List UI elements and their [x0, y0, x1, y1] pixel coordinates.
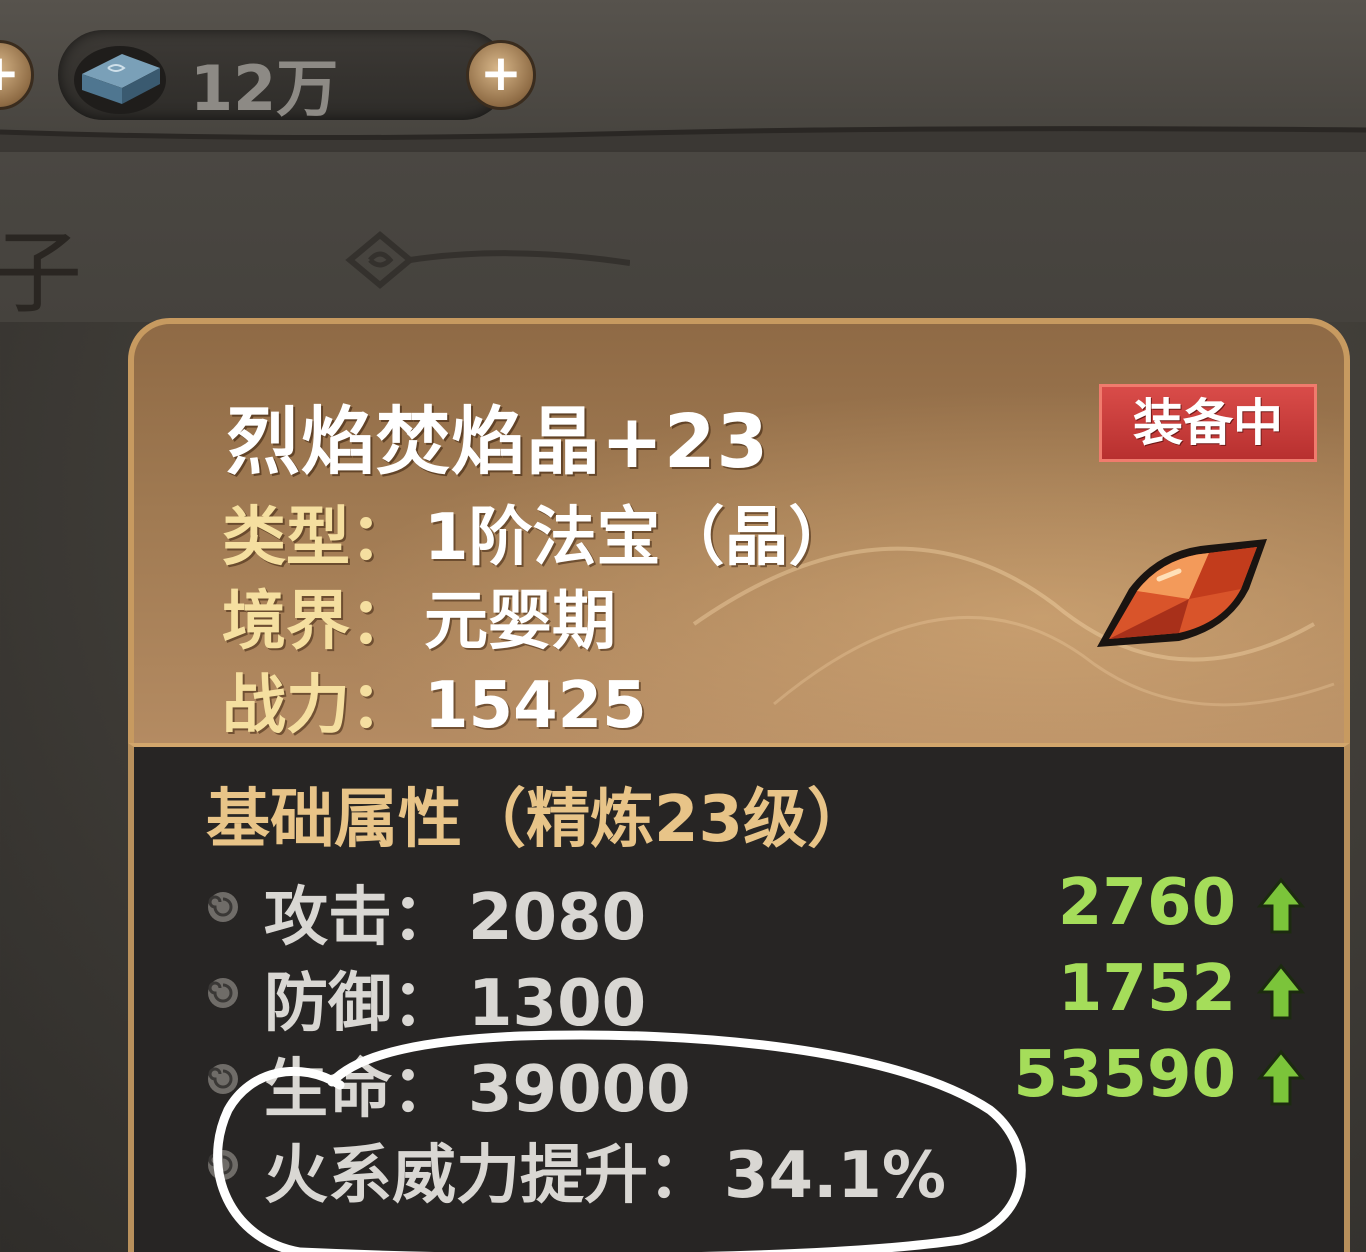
swirl-bullet-icon — [208, 978, 238, 1008]
item-realm-row: 境界： 元婴期 — [222, 570, 616, 662]
currency-amount: 12万 — [190, 52, 339, 125]
swirl-bullet-icon — [208, 1150, 238, 1180]
info-value: 元婴期 — [424, 585, 616, 659]
ink-stone-icon — [74, 46, 166, 114]
item-power-row: 战力： 15425 — [222, 654, 647, 746]
stat-name: 防御： — [264, 967, 456, 1041]
background-header — [0, 150, 1366, 322]
stat-name: 生命： — [264, 1053, 456, 1127]
item-type-row: 类型： 1阶法宝（晶） — [222, 486, 853, 578]
up-arrow-icon — [1256, 1049, 1306, 1106]
add-currency-button[interactable]: + — [466, 40, 536, 110]
info-label: 境界： — [222, 585, 414, 659]
stat-upgrade-value: 1752 — [1057, 952, 1236, 1026]
item-header: 烈焰焚焰晶+23 装备中 类型： 1阶法宝（晶） 境界： 元婴期 战力： 15425 — [128, 318, 1350, 743]
background-title: 子 — [0, 221, 86, 326]
swirl-bullet-icon — [208, 1064, 238, 1094]
stat-value: 34.1% — [724, 1139, 947, 1213]
stat-value: 1300 — [468, 967, 647, 1041]
stat-name: 火系威力提升： — [264, 1139, 712, 1213]
stat-upgrade-value: 2760 — [1057, 866, 1236, 940]
item-name: 烈焰焚焰晶+23 — [226, 399, 769, 485]
item-detail-panel: 烈焰焚焰晶+23 装备中 类型： 1阶法宝（晶） 境界： 元婴期 战力： 15425 … — [128, 318, 1350, 1252]
up-arrow-icon — [1256, 963, 1306, 1020]
info-value: 1阶法宝（晶） — [424, 501, 853, 575]
stat-row-hp: 生命： 39000 53590 — [206, 1038, 1306, 1127]
stat-value: 2080 — [468, 881, 647, 955]
swirl-bullet-icon — [208, 892, 238, 922]
equipped-status-badge: 装备中 — [1099, 384, 1317, 462]
attributes-title: 基础属性（精炼23级） — [206, 783, 872, 857]
stat-row-fire-power: 火系威力提升： 34.1% — [206, 1124, 1306, 1213]
stat-value: 39000 — [468, 1053, 691, 1127]
stat-row-defense: 防御： 1300 1752 — [206, 952, 1306, 1041]
fire-crystal-icon — [1097, 539, 1267, 647]
stat-label: 火系威力提升： 34.1% — [264, 1124, 946, 1216]
stat-name: 攻击： — [264, 881, 456, 955]
info-label: 战力： — [222, 669, 414, 743]
info-label: 类型： — [222, 501, 414, 575]
stat-label: 生命： 39000 — [264, 1038, 691, 1130]
cloud-ornament-icon — [345, 231, 630, 289]
stat-row-attack: 攻击： 2080 2760 — [206, 866, 1306, 955]
stat-upgrade-value: 53590 — [1013, 1038, 1236, 1112]
stat-label: 防御： 1300 — [264, 952, 646, 1044]
info-value: 15425 — [424, 669, 647, 743]
up-arrow-icon — [1256, 877, 1306, 934]
stat-label: 攻击： 2080 — [264, 866, 646, 958]
